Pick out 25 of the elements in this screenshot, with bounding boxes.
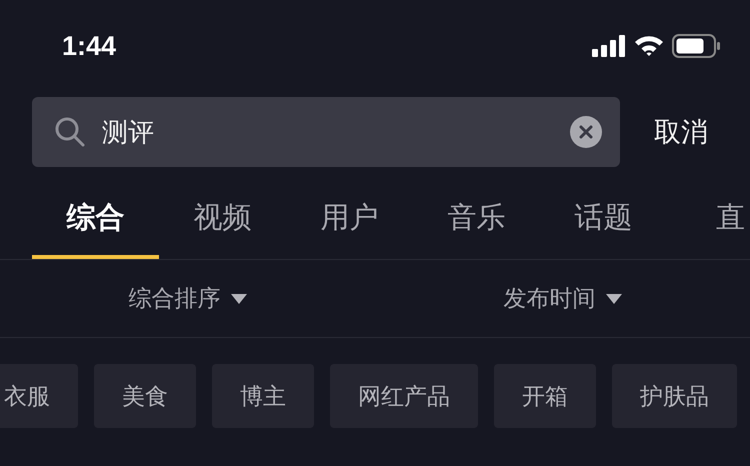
cancel-button[interactable]: 取消 bbox=[654, 114, 708, 150]
search-icon bbox=[54, 116, 86, 148]
caret-icon bbox=[230, 292, 246, 304]
caret-icon bbox=[606, 292, 622, 304]
keyword-chip[interactable]: 护肤品 bbox=[612, 364, 737, 428]
signal-icon bbox=[592, 35, 626, 57]
filter-label[interactable]: 综合排序 bbox=[128, 283, 220, 314]
keyword-chip[interactable]: 衣服 bbox=[0, 364, 78, 428]
tab[interactable]: 综合 bbox=[32, 167, 159, 259]
keyword-chip[interactable]: 网红产品 bbox=[330, 364, 478, 428]
search-text: 测评 bbox=[102, 116, 155, 150]
tab[interactable]: 视频 bbox=[159, 167, 286, 259]
tab[interactable]: 直 bbox=[667, 167, 750, 259]
keyword-chip[interactable]: 博主 bbox=[212, 364, 314, 428]
search-field[interactable]: 测评 bbox=[32, 97, 620, 167]
status-time: 1:44 bbox=[62, 30, 116, 62]
wifi-icon bbox=[634, 35, 664, 57]
battery-icon bbox=[672, 34, 720, 58]
tab[interactable]: 话题 bbox=[540, 167, 667, 259]
filter-label[interactable]: 发布时间 bbox=[504, 283, 596, 314]
clear-icon[interactable] bbox=[570, 116, 602, 148]
tab[interactable]: 用户 bbox=[286, 167, 413, 259]
tab[interactable]: 音乐 bbox=[413, 167, 540, 259]
keyword-chip[interactable]: 开箱 bbox=[494, 364, 596, 428]
keyword-chip[interactable]: 美食 bbox=[94, 364, 196, 428]
